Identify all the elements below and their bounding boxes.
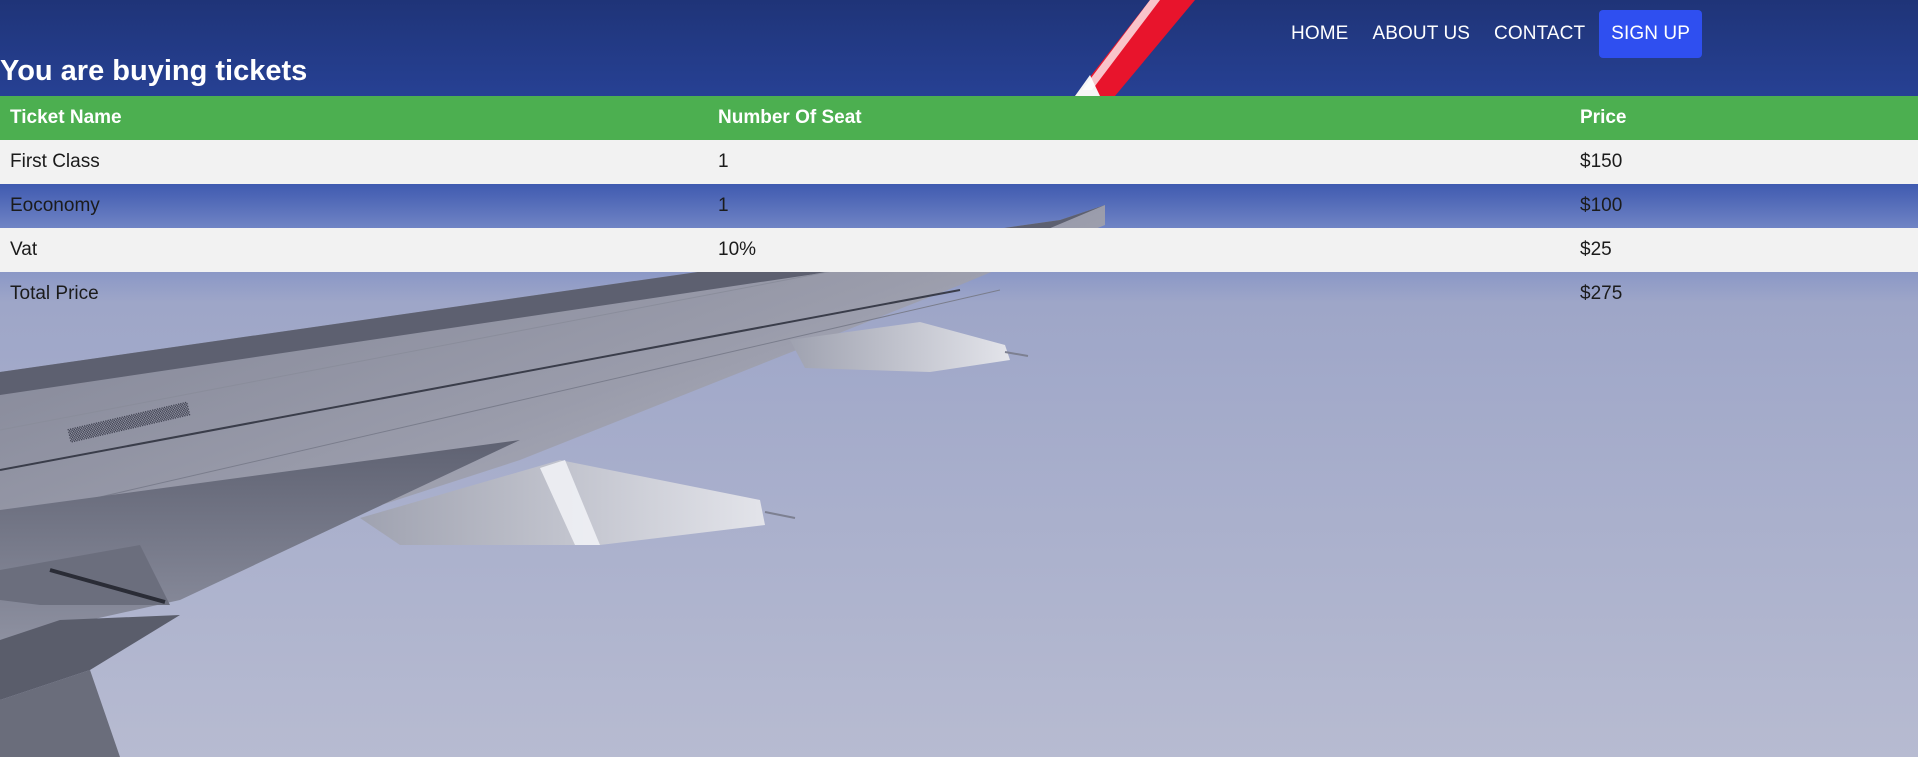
nav-contact-link[interactable]: CONTACT (1482, 11, 1597, 57)
top-navbar: HOME ABOUT US CONTACT SIGN UP (1279, 10, 1702, 58)
table-body: First Class 1 $150 Eoconomy 1 $100 Vat 1… (0, 140, 1918, 316)
cell-ticket-name: Eoconomy (10, 195, 100, 216)
column-header-price: Price (1570, 96, 1918, 140)
table-row-total: Total Price $275 (0, 272, 1918, 316)
cell-ticket-name: Vat (0, 228, 708, 272)
cell-price: $150 (1570, 140, 1918, 184)
cell-total-price: $275 (1580, 283, 1623, 304)
cell-seats (708, 272, 1570, 316)
ticket-table: Ticket Name Number Of Seat Price First C… (0, 96, 1918, 316)
cell-seats: 1 (718, 195, 729, 216)
table-row: Vat 10% $25 (0, 228, 1918, 272)
column-header-ticket-name: Ticket Name (0, 96, 708, 140)
nav-about-link[interactable]: ABOUT US (1360, 11, 1482, 57)
table-header: Ticket Name Number Of Seat Price (0, 96, 1918, 140)
cell-price: $100 (1580, 195, 1623, 216)
cell-ticket-name: First Class (0, 140, 708, 184)
page-title: You are buying tickets (0, 55, 308, 87)
cell-price: $25 (1570, 228, 1918, 272)
nav-home-link[interactable]: HOME (1279, 11, 1360, 57)
signup-button[interactable]: SIGN UP (1599, 10, 1702, 58)
table-row: Eoconomy 1 $100 (0, 184, 1918, 228)
cell-seats: 1 (708, 140, 1570, 184)
table-header-row: Ticket Name Number Of Seat Price (0, 96, 1918, 140)
table-row: First Class 1 $150 (0, 140, 1918, 184)
column-header-number-of-seat: Number Of Seat (708, 96, 1570, 140)
cell-total-label: Total Price (10, 283, 99, 304)
cell-seats: 10% (708, 228, 1570, 272)
